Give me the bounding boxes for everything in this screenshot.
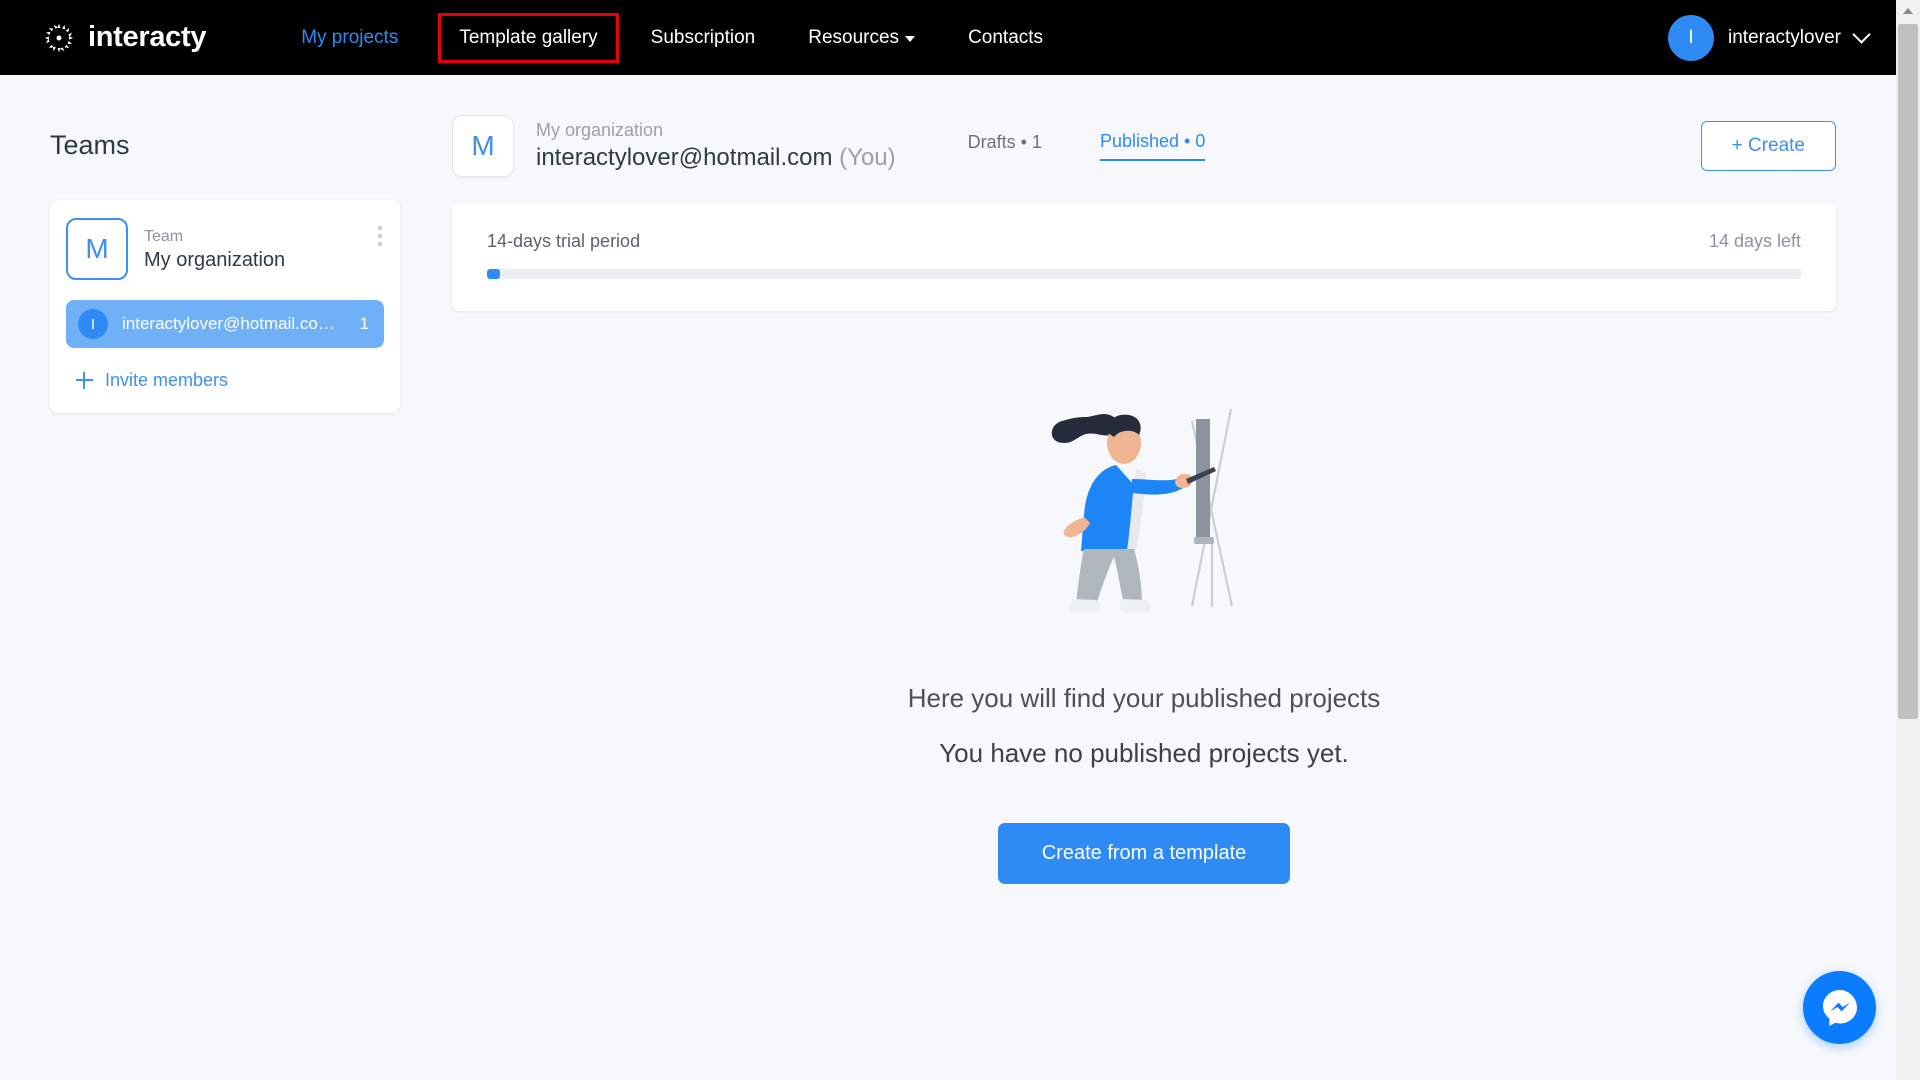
team-name-label: My organization	[144, 248, 286, 271]
messenger-icon	[1822, 989, 1857, 1026]
messenger-chat-button[interactable]	[1803, 971, 1876, 1044]
nav-item-subscription[interactable]: Subscription	[651, 27, 756, 49]
top-navigation-bar: interacty My projects Template gallery S…	[0, 0, 1896, 75]
chevron-down-icon	[1852, 25, 1871, 44]
main-content: M My organization interactylover@hotmail…	[440, 75, 1896, 1080]
kebab-dot	[378, 226, 382, 230]
invite-members-button[interactable]: Invite members	[66, 370, 384, 391]
empty-state: Here you will find your published projec…	[440, 391, 1896, 884]
plus-icon	[76, 372, 93, 389]
avatar: I	[78, 309, 108, 339]
nav-item-subscription-label: Subscription	[650, 26, 756, 48]
scrollbar-thumb[interactable]	[1898, 24, 1918, 719]
nav-item-contacts[interactable]: Contacts	[968, 27, 1043, 49]
organization-email: interactylover@hotmail.com (You)	[536, 142, 896, 174]
tab-published[interactable]: Published • 0	[1099, 131, 1206, 161]
brand-name: interacty	[88, 21, 207, 53]
empty-state-line-2: You have no published projects yet.	[939, 738, 1349, 768]
create-from-template-button[interactable]: Create from a template	[997, 823, 1291, 884]
scroll-up-arrow-icon[interactable]	[1896, 0, 1920, 22]
kebab-dot	[378, 242, 382, 246]
user-account-menu[interactable]: I interactylover	[1668, 0, 1871, 75]
project-tabs: Drafts • 1 Published • 0	[968, 131, 1206, 161]
nav-item-template-gallery[interactable]: Template gallery	[438, 12, 619, 63]
brand-logo[interactable]: interacty	[40, 19, 206, 57]
kebab-menu-icon[interactable]	[378, 226, 382, 246]
nav-item-resources-label: Resources	[808, 26, 900, 48]
user-name-label: interactylover	[1728, 26, 1841, 48]
member-count-badge: 1	[359, 314, 369, 333]
organization-logo: M	[452, 115, 514, 177]
teams-sidebar: Teams M Team My organization I interacty…	[0, 75, 440, 1080]
primary-nav: My projects Template gallery Subscriptio…	[301, 0, 1096, 75]
nav-item-my-projects-label: My projects	[301, 26, 399, 48]
page-title: Teams	[50, 130, 130, 160]
organization-email-value: interactylover@hotmail.com	[536, 144, 833, 171]
organization-you-suffix: (You)	[839, 144, 896, 171]
create-button[interactable]: + Create	[1700, 121, 1836, 171]
kebab-dot	[378, 234, 382, 238]
team-card: M Team My organization I interactylover@…	[50, 200, 400, 413]
nav-item-contacts-label: Contacts	[968, 26, 1044, 48]
chevron-down-icon	[905, 36, 916, 42]
team-type-label: Team	[144, 227, 184, 245]
nav-item-my-projects[interactable]: My projects	[301, 27, 398, 49]
organization-header: M My organization interactylover@hotmail…	[440, 75, 1896, 185]
nav-item-template-gallery-label: Template gallery	[459, 26, 598, 48]
trial-period-card: 14-days trial period 14 days left	[452, 203, 1836, 311]
woman-painting-at-easel-illustration	[1051, 408, 1234, 612]
trial-progress-fill	[487, 269, 501, 279]
nav-item-resources[interactable]: Resources	[808, 26, 916, 49]
vertical-scrollbar[interactable]	[1896, 0, 1920, 1080]
list-item[interactable]: I interactylover@hotmail.com… 1	[66, 300, 384, 348]
trial-period-label: 14-days trial period	[487, 231, 641, 251]
invite-members-label: Invite members	[105, 370, 229, 390]
team-header[interactable]: M Team My organization	[66, 218, 384, 280]
interacty-sunburst-logo-icon	[44, 23, 74, 52]
organization-label: My organization	[536, 120, 664, 140]
trial-period-row: 14-days trial period 14 days left	[487, 231, 1801, 252]
team-logo: M	[66, 218, 128, 280]
trial-progress-bar	[487, 269, 1801, 279]
trial-days-left-label: 14 days left	[1708, 231, 1801, 251]
member-email-label: interactylover@hotmail.com…	[122, 314, 346, 333]
avatar: I	[1668, 14, 1714, 61]
tab-drafts[interactable]: Drafts • 1	[968, 132, 1042, 160]
organization-text: My organization interactylover@hotmail.c…	[536, 118, 896, 174]
empty-state-line-1: Here you will find your published projec…	[907, 683, 1381, 713]
